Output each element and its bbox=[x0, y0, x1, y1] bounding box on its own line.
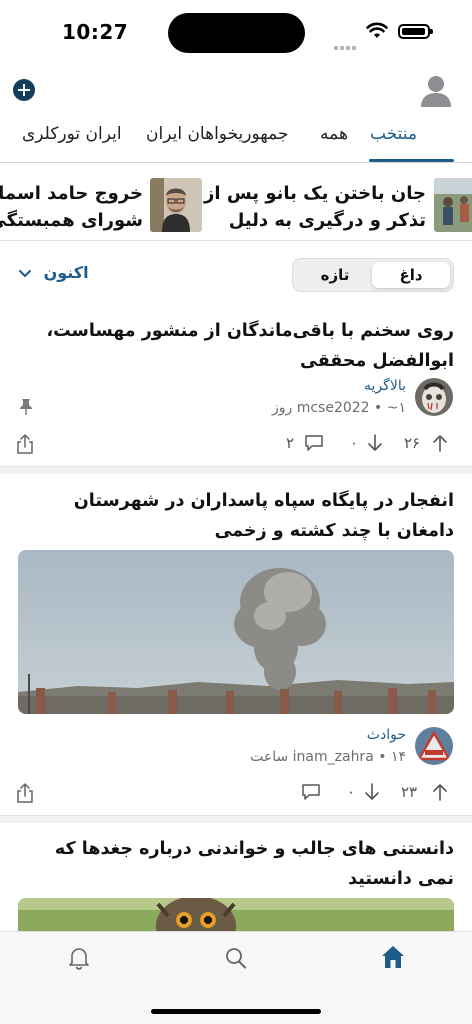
tab-all[interactable]: همه bbox=[320, 124, 348, 144]
post-title[interactable]: روی سخنم با باقی‌ماندگان از منشور مهساست… bbox=[14, 316, 454, 376]
comment-count: ۲ bbox=[286, 434, 295, 452]
time-filter-label: اکنون bbox=[43, 263, 89, 282]
share-icon[interactable] bbox=[16, 433, 34, 458]
wifi-icon bbox=[366, 22, 388, 44]
sort-new-option[interactable]: تازه bbox=[296, 262, 374, 288]
notifications-bell-icon[interactable] bbox=[68, 946, 90, 974]
feed-tabs: منتخب همه جمهوریخواهان ایران ایران تورکل… bbox=[0, 124, 472, 164]
tab-iran-republicans[interactable]: جمهوریخواهان ایران bbox=[146, 124, 288, 144]
community-avatar[interactable] bbox=[415, 378, 453, 416]
trending-thumbnail[interactable] bbox=[434, 178, 472, 232]
post-meta: inam_zahra • ۱۴ ساعت bbox=[250, 749, 406, 765]
sort-segmented-control: داغ تازه bbox=[292, 258, 454, 292]
trending-thumbnail[interactable] bbox=[150, 178, 202, 232]
post-community[interactable]: بالاگریه bbox=[364, 378, 406, 394]
post-divider bbox=[0, 466, 472, 474]
share-icon[interactable] bbox=[16, 782, 34, 807]
downvote-icon[interactable] bbox=[367, 434, 383, 456]
trending-item[interactable]: خروج حامد اسماعی شورای همبستگی bbox=[0, 180, 143, 234]
trending-strip: جان باختن یک بانو پس از تذکر و درگیری به… bbox=[0, 178, 472, 236]
post-community[interactable]: حوادث bbox=[367, 727, 406, 743]
upvote-icon[interactable] bbox=[432, 434, 448, 456]
sort-hot-option[interactable]: داغ bbox=[372, 262, 450, 288]
home-icon[interactable] bbox=[380, 944, 406, 974]
trending-item[interactable]: جان باختن یک بانو پس از تذکر و درگیری به… bbox=[204, 180, 426, 234]
post-title[interactable]: انفجار در پایگاه سپاه پاسداران در شهرستا… bbox=[14, 486, 454, 546]
trending-line: تذکر و درگیری به دلیل bbox=[228, 210, 426, 231]
time-filter-dropdown[interactable]: اکنون bbox=[18, 263, 89, 283]
downvote-icon[interactable] bbox=[364, 783, 380, 805]
post-username[interactable]: mcse2022 bbox=[297, 400, 370, 416]
post-username[interactable]: inam_zahra bbox=[293, 749, 374, 765]
downvote-count: ۰ bbox=[347, 783, 356, 801]
post-title[interactable]: دانستنی های جالب و خواندنی درباره جغدها … bbox=[14, 834, 454, 894]
trending-line: شورای همبستگی bbox=[0, 210, 143, 231]
trending-line: خروج حامد اسماعی bbox=[0, 183, 143, 204]
post-image[interactable] bbox=[18, 550, 454, 714]
comment-icon[interactable] bbox=[304, 434, 324, 456]
home-indicator bbox=[151, 1009, 321, 1014]
meta-separator: • bbox=[378, 749, 391, 765]
pin-icon bbox=[19, 398, 33, 420]
tab-featured[interactable]: منتخب bbox=[370, 124, 417, 144]
profile-avatar[interactable] bbox=[420, 73, 452, 107]
cellular-signal-icon bbox=[334, 35, 358, 54]
search-icon[interactable] bbox=[225, 946, 247, 974]
meta-separator: • bbox=[374, 400, 387, 416]
upvote-icon[interactable] bbox=[432, 783, 448, 805]
tabs-divider bbox=[0, 162, 472, 163]
battery-icon bbox=[398, 24, 433, 39]
community-avatar[interactable] bbox=[415, 727, 453, 765]
post-meta: mcse2022 • ~۱ روز bbox=[272, 400, 406, 416]
strip-divider bbox=[0, 240, 472, 241]
dynamic-island bbox=[168, 13, 305, 53]
upvote-count: ۲۶ bbox=[404, 434, 421, 452]
upvote-count: ۲۳ bbox=[401, 783, 418, 801]
post-divider bbox=[0, 815, 472, 823]
create-post-button[interactable] bbox=[13, 79, 35, 101]
chevron-down-icon bbox=[18, 264, 32, 283]
tab-iran-turks[interactable]: ایران تورکلری bbox=[22, 124, 122, 144]
status-time: 10:27 bbox=[62, 20, 129, 44]
comment-icon[interactable] bbox=[301, 783, 321, 805]
trending-line: جان باختن یک بانو پس از bbox=[204, 183, 426, 204]
downvote-count: ۰ bbox=[350, 434, 359, 452]
